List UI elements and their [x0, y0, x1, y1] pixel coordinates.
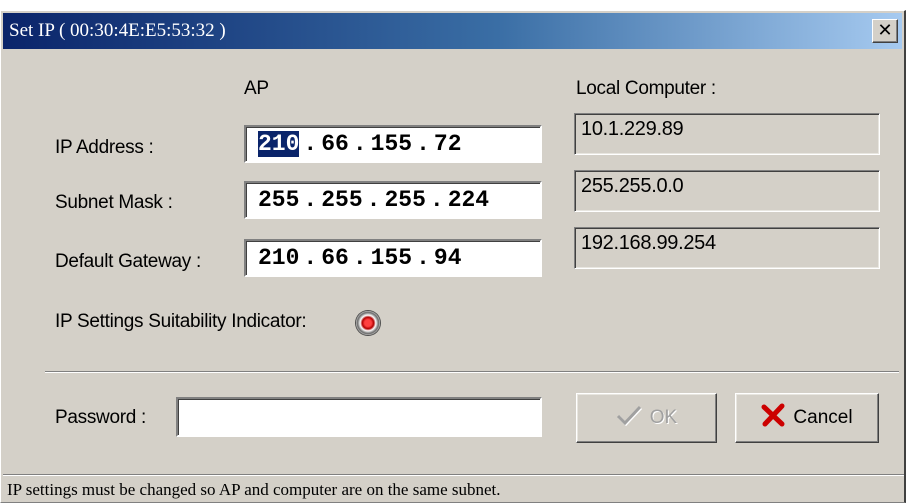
subnet-mask-label: Subnet Mask : [55, 192, 173, 213]
ip-address-label: IP Address : [55, 137, 154, 158]
checkmark-icon [616, 404, 642, 432]
gateway-octet-1[interactable]: 210 [258, 245, 299, 271]
cancel-button[interactable]: Cancel [735, 393, 879, 443]
red-indicator-icon [356, 311, 380, 335]
status-bar: IP settings must be changed so AP and co… [3, 474, 904, 504]
mask-octet-1[interactable]: 255 [258, 187, 299, 213]
mask-octet-4[interactable]: 224 [448, 187, 489, 213]
cancel-label: Cancel [793, 407, 853, 428]
ip-octet-3[interactable]: 155 [371, 131, 412, 157]
password-label: Password : [55, 407, 146, 428]
title-bar[interactable]: Set IP ( 00:30:4E:E5:53:32 ) ✕ [3, 13, 902, 49]
gateway-octet-2[interactable]: 66 [321, 245, 349, 271]
ip-octet-2[interactable]: 66 [321, 131, 349, 157]
local-ip-address-field: 10.1.229.89 [574, 113, 880, 155]
ap-default-gateway-field[interactable]: 210 . 66 . 155 . 94 [244, 239, 542, 277]
ip-octet-4[interactable]: 72 [434, 131, 462, 157]
set-ip-dialog: Set IP ( 00:30:4E:E5:53:32 ) ✕ AP Local … [0, 10, 906, 503]
mask-octet-3[interactable]: 255 [384, 187, 425, 213]
ok-button[interactable]: OK [576, 393, 717, 443]
close-icon: ✕ [877, 20, 893, 41]
local-subnet-mask-field: 255.255.0.0 [574, 170, 880, 212]
ap-column-header: AP [244, 78, 269, 99]
default-gateway-label: Default Gateway : [55, 251, 201, 272]
status-message: IP settings must be changed so AP and co… [7, 480, 501, 499]
mask-octet-2[interactable]: 255 [321, 187, 362, 213]
password-input[interactable] [176, 397, 542, 437]
ap-ip-address-field[interactable]: 210 . 66 . 155 . 72 [244, 125, 542, 163]
ip-octet-1[interactable]: 210 [258, 131, 300, 157]
ap-subnet-mask-field[interactable]: 255 . 255 . 255 . 224 [244, 181, 542, 219]
gateway-octet-4[interactable]: 94 [434, 245, 462, 271]
local-computer-header: Local Computer : [576, 78, 716, 99]
red-x-icon [761, 403, 785, 433]
ok-label: OK [649, 407, 678, 428]
suitability-indicator-label: IP Settings Suitability Indicator: [55, 311, 307, 332]
close-button[interactable]: ✕ [872, 19, 898, 43]
window-title: Set IP ( 00:30:4E:E5:53:32 ) [9, 20, 226, 41]
local-default-gateway-field: 192.168.99.254 [574, 227, 880, 269]
gateway-octet-3[interactable]: 155 [371, 245, 412, 271]
